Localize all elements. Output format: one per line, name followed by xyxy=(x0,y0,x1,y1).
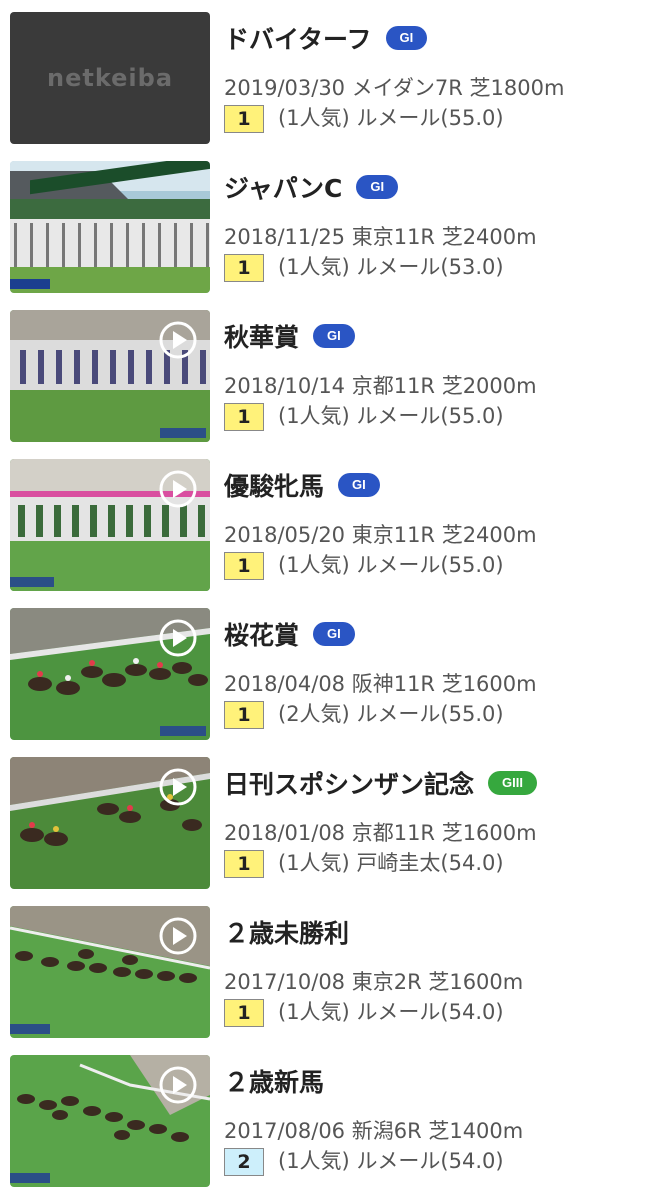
finish-position: 1 xyxy=(224,850,264,878)
race-title: ２歳未勝利 xyxy=(224,919,350,948)
jockey: ルメール(54.0) xyxy=(356,1000,504,1024)
play-icon[interactable] xyxy=(158,1065,198,1105)
grade-badge: GIII xyxy=(488,771,537,795)
jockey: ルメール(55.0) xyxy=(356,553,504,577)
race-result: 1 (2人気) ルメール(55.0) xyxy=(224,698,504,729)
jockey: ルメール(55.0) xyxy=(356,106,504,130)
race-info: 2019/03/30 メイダン7R 芝1800m xyxy=(224,76,565,100)
netkeiba-logo: netkeiba xyxy=(46,64,174,92)
race-row[interactable]: ジャパンC GI 2018/11/25 東京11R 芝2400m 1 (1人気) ル… xyxy=(0,149,646,298)
race-thumbnail[interactable] xyxy=(10,608,210,740)
race-result: 1 (1人気) ルメール(55.0) xyxy=(224,400,504,431)
race-history-list: netkeiba ドバイターフ GI 2019/03/30 メイダン7R 芝180… xyxy=(0,0,646,1192)
race-title: 桜花賞 xyxy=(224,621,300,650)
race-result: 1 (1人気) 戸崎圭太(54.0) xyxy=(224,847,504,878)
popularity: (2人気) xyxy=(278,702,350,726)
race-thumbnail[interactable] xyxy=(10,757,210,889)
race-title: 優駿牝馬 xyxy=(224,472,325,501)
race-row[interactable]: ２歳未勝利 2017/10/08 東京2R 芝1600m 1 (1人気) ルメール… xyxy=(0,894,646,1043)
race-row[interactable]: 桜花賞 GI 2018/04/08 阪神11R 芝1600m 1 (2人気) ルメー… xyxy=(0,596,646,745)
race-thumbnail[interactable] xyxy=(10,310,210,442)
popularity: (1人気) xyxy=(278,106,350,130)
finish-position: 2 xyxy=(224,1148,264,1176)
grade-badge: GI xyxy=(385,26,428,50)
play-icon[interactable] xyxy=(158,916,198,956)
popularity: (1人気) xyxy=(278,255,350,279)
grade-badge: GI xyxy=(356,175,399,199)
play-icon[interactable] xyxy=(158,469,198,509)
race-thumbnail[interactable] xyxy=(10,459,210,591)
finish-position: 1 xyxy=(224,254,264,282)
race-title: 日刊スポシンザン記念 xyxy=(224,770,475,799)
popularity: (1人気) xyxy=(278,851,350,875)
grade-badge: GI xyxy=(313,622,355,646)
race-result: 1 (1人気) ルメール(55.0) xyxy=(224,102,504,133)
race-thumbnail[interactable] xyxy=(10,906,210,1038)
race-title: ドバイターフ xyxy=(224,25,372,54)
race-thumbnail[interactable] xyxy=(10,1055,210,1187)
race-result: 2 (1人気) ルメール(54.0) xyxy=(224,1145,504,1176)
grade-badge: GI xyxy=(313,324,355,348)
video-frame xyxy=(10,161,210,293)
jockey: ルメール(54.0) xyxy=(356,1149,504,1173)
race-row[interactable]: 秋華賞 GI 2018/10/14 京都11R 芝2000m 1 (1人気) ルメー… xyxy=(0,298,646,447)
popularity: (1人気) xyxy=(278,1149,350,1173)
play-icon[interactable] xyxy=(158,618,198,658)
finish-position: 1 xyxy=(224,403,264,431)
finish-position: 1 xyxy=(224,105,264,133)
race-info: 2017/10/08 東京2R 芝1600m xyxy=(224,970,524,994)
race-result: 1 (1人気) ルメール(53.0) xyxy=(224,251,504,282)
jockey: 戸崎圭太(54.0) xyxy=(356,851,504,875)
race-title: ジャパンC xyxy=(224,174,343,203)
race-info: 2018/05/20 東京11R 芝2400m xyxy=(224,523,537,547)
race-info: 2017/08/06 新潟6R 芝1400m xyxy=(224,1119,524,1143)
jockey: ルメール(53.0) xyxy=(356,255,504,279)
finish-position: 1 xyxy=(224,701,264,729)
popularity: (1人気) xyxy=(278,553,350,577)
race-row[interactable]: netkeiba ドバイターフ GI 2019/03/30 メイダン7R 芝180… xyxy=(0,0,646,149)
finish-position: 1 xyxy=(224,999,264,1027)
race-info: 2018/04/08 阪神11R 芝1600m xyxy=(224,672,537,696)
grade-badge: GI xyxy=(338,473,380,497)
popularity: (1人気) xyxy=(278,404,350,428)
finish-position: 1 xyxy=(224,552,264,580)
race-info: 2018/01/08 京都11R 芝1600m xyxy=(224,821,537,845)
race-row[interactable]: 優駿牝馬 GI 2018/05/20 東京11R 芝2400m 1 (1人気) ルメ… xyxy=(0,447,646,596)
race-info: 2018/11/25 東京11R 芝2400m xyxy=(224,225,537,249)
race-thumbnail[interactable]: netkeiba xyxy=(10,12,210,144)
race-result: 1 (1人気) ルメール(54.0) xyxy=(224,996,504,1027)
jockey: ルメール(55.0) xyxy=(356,404,504,428)
jockey: ルメール(55.0) xyxy=(356,702,504,726)
race-title: ２歳新馬 xyxy=(224,1068,325,1097)
race-title: 秋華賞 xyxy=(224,323,300,352)
race-info: 2018/10/14 京都11R 芝2000m xyxy=(224,374,537,398)
play-icon[interactable] xyxy=(158,320,198,360)
play-icon[interactable] xyxy=(158,767,198,807)
race-row[interactable]: ２歳新馬 2017/08/06 新潟6R 芝1400m 2 (1人気) ルメール(… xyxy=(0,1043,646,1192)
popularity: (1人気) xyxy=(278,1000,350,1024)
race-result: 1 (1人気) ルメール(55.0) xyxy=(224,549,504,580)
race-row[interactable]: 日刊スポシンザン記念 GIII 2018/01/08 京都11R 芝1600m 1… xyxy=(0,745,646,894)
race-thumbnail[interactable] xyxy=(10,161,210,293)
